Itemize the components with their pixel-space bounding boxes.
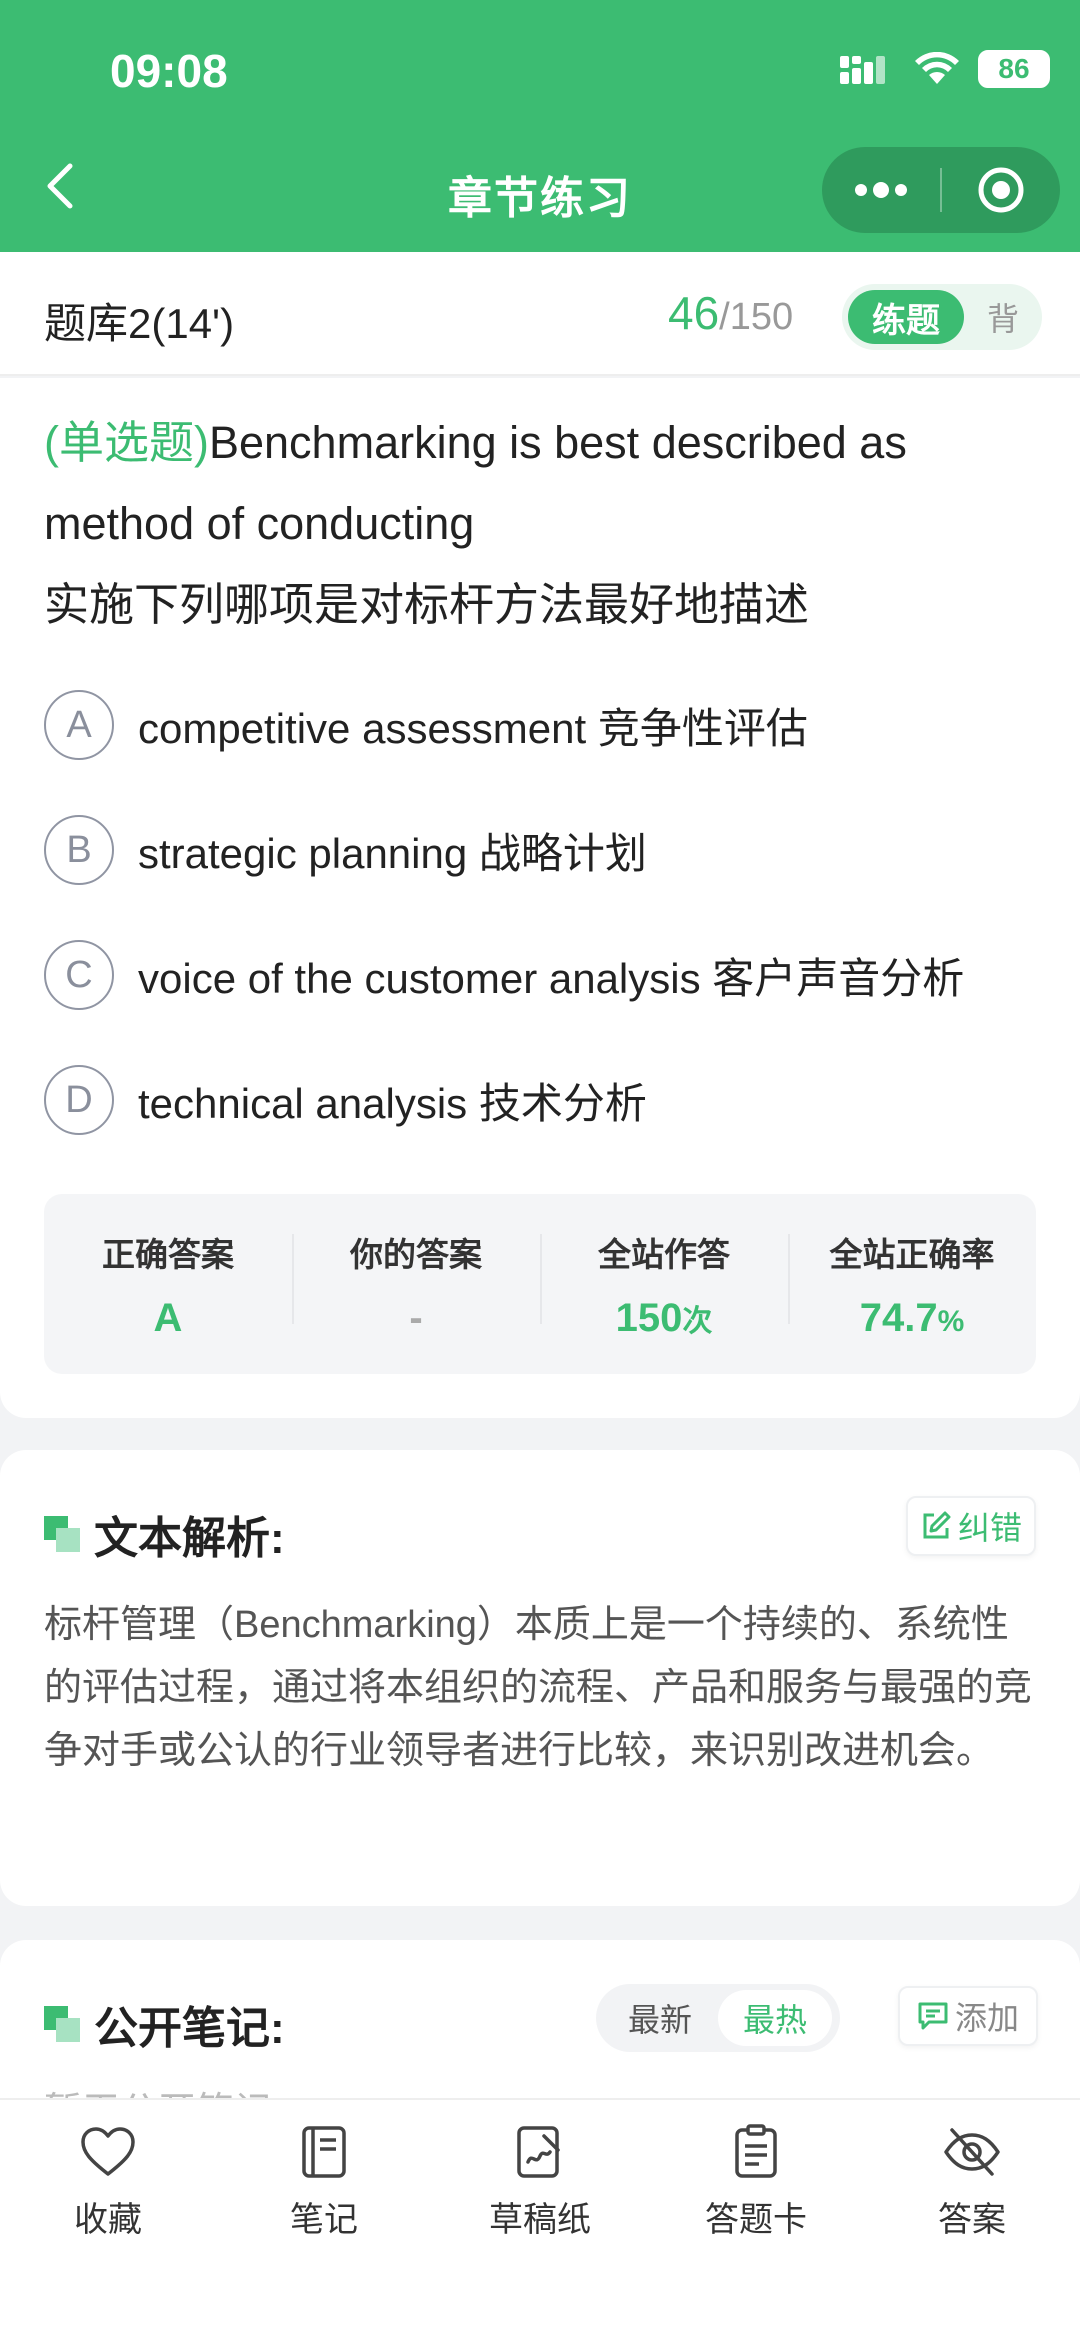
question-bank-bar: 题库2(14') 46/150 练题 背 [0,252,1080,376]
report-error-label: 纠错 [957,1510,1022,1546]
section-square-icon [44,2006,80,2042]
draft-paper-icon [517,2126,560,2178]
comment-icon [918,2002,948,2030]
app-header: 09:08 86 章节练习 [0,0,1080,252]
accuracy-label: 全站正确率 [829,1235,995,1273]
answer-card-icon [735,2124,777,2178]
option-text: technical analysis 技术分析 [138,1079,647,1127]
question-type: (单选题) [44,417,209,468]
wifi-icon [915,52,959,84]
option-text: voice of the customer analysis 客户声音分析 [138,954,965,1002]
option-letter: D [44,1065,114,1135]
eye-off-icon [944,2128,1000,2176]
heart-icon [81,2127,135,2176]
bank-name: 题库2(14') [44,300,235,347]
notes-sort-toggle: 最新 最热 [596,1984,840,2052]
option-row-c[interactable]: C voice of the customer analysis 客户声音分析 [44,940,1054,1010]
progress-separator: / [719,296,730,338]
explanation-card: 文本解析: 纠错 标杆管理（Benchmarking）本质上是一个持续的、系统性… [0,1450,1080,1906]
explanation-header: 文本解析: [44,1502,285,1566]
correct-answer-col: 正确答案 A [44,1194,292,1374]
edit-icon [923,1511,951,1539]
bottom-toolbar: 收藏 笔记 草稿纸 答题卡 答案 [0,2098,1080,2337]
explanation-title: 文本解析: [94,1514,285,1563]
target-circle-icon [978,167,1024,213]
explanation-text: 标杆管理（Benchmarking）本质上是一个持续的、系统性的评估过程，通过将… [44,1604,1033,1772]
tab-label: 笔记 [290,2201,358,2239]
tab-draft-paper[interactable]: 草稿纸 [432,2100,648,2337]
notes-header: 公开笔记: [44,1992,285,2056]
tab-answer[interactable]: 答案 [864,2100,1080,2337]
answer-stats: 正确答案 A 你的答案 - 全站作答 150次 全站正确率 74.7% [44,1194,1036,1374]
correct-answer-value: A [153,1295,183,1340]
report-error-button[interactable]: 纠错 [906,1496,1036,1556]
question-progress[interactable]: 46/150 [668,286,793,340]
correct-answer-label: 正确答案 [102,1235,234,1273]
tab-label: 草稿纸 [489,2201,591,2239]
section-square-icon [44,1516,80,1552]
question-card: (单选题)Benchmarking is best described as m… [0,378,1080,1418]
option-row-a[interactable]: A competitive assessment 竞争性评估 [44,690,1054,760]
total-attempts-value: 150 [615,1295,683,1340]
mini-program-capsule [822,147,1060,233]
option-row-b[interactable]: B strategic planning 战略计划 [44,815,1054,885]
option-letter: A [44,690,114,760]
sort-latest-tab[interactable]: 最新 [612,1992,708,2044]
option-letter: C [44,940,114,1010]
total-attempts-col: 全站作答 150次 [540,1194,788,1374]
tab-notes[interactable]: 笔记 [216,2100,432,2337]
close-miniprogram-button[interactable] [942,147,1060,233]
more-button[interactable] [822,147,940,233]
total-attempts-value-wrap: 150次 [616,1296,713,1341]
notes-title: 公开笔记: [94,2004,285,2053]
total-count: 150 [729,296,794,338]
accuracy-value: 74.7 [859,1295,938,1340]
mode-practice-tab[interactable]: 练题 [848,290,964,344]
option-text: strategic planning 战略计划 [138,829,647,877]
battery-indicator: 86 [978,50,1050,88]
more-dots-icon [855,182,907,198]
mode-memorize-tab[interactable]: 背 [970,290,1036,344]
accuracy-col: 全站正确率 74.7% [788,1194,1036,1374]
add-note-label: 添加 [954,2000,1019,2036]
accuracy-value-wrap: 74.7% [860,1296,965,1341]
your-answer-col: 你的答案 - [292,1194,540,1374]
question-zh: 实施下列哪项是对标杆方法最好地描述 [44,579,810,630]
option-text: competitive assessment 竞争性评估 [138,704,808,752]
your-answer-value: - [409,1295,423,1340]
sort-hot-tab[interactable]: 最热 [718,1990,832,2046]
option-letter: B [44,815,114,885]
accuracy-unit: % [937,1304,965,1338]
tab-label: 收藏 [74,2201,142,2239]
add-note-button[interactable]: 添加 [898,1986,1038,2046]
tab-favorite[interactable]: 收藏 [0,2100,216,2337]
total-attempts-unit: 次 [682,1304,713,1338]
total-attempts-label: 全站作答 [598,1235,730,1273]
status-time: 09:08 [110,45,228,97]
tab-label: 答案 [938,2201,1006,2239]
option-row-d[interactable]: D technical analysis 技术分析 [44,1065,1054,1135]
current-index: 46 [668,287,720,339]
notebook-icon [302,2126,346,2178]
tab-answer-card[interactable]: 答题卡 [648,2100,864,2337]
your-answer-label: 你的答案 [350,1235,482,1273]
status-icons: 86 [840,50,1050,88]
question-text: (单选题)Benchmarking is best described as m… [44,402,1044,645]
tab-label: 答题卡 [705,2201,807,2239]
mode-toggle: 练题 背 [842,284,1042,350]
signal-icon [840,56,885,84]
